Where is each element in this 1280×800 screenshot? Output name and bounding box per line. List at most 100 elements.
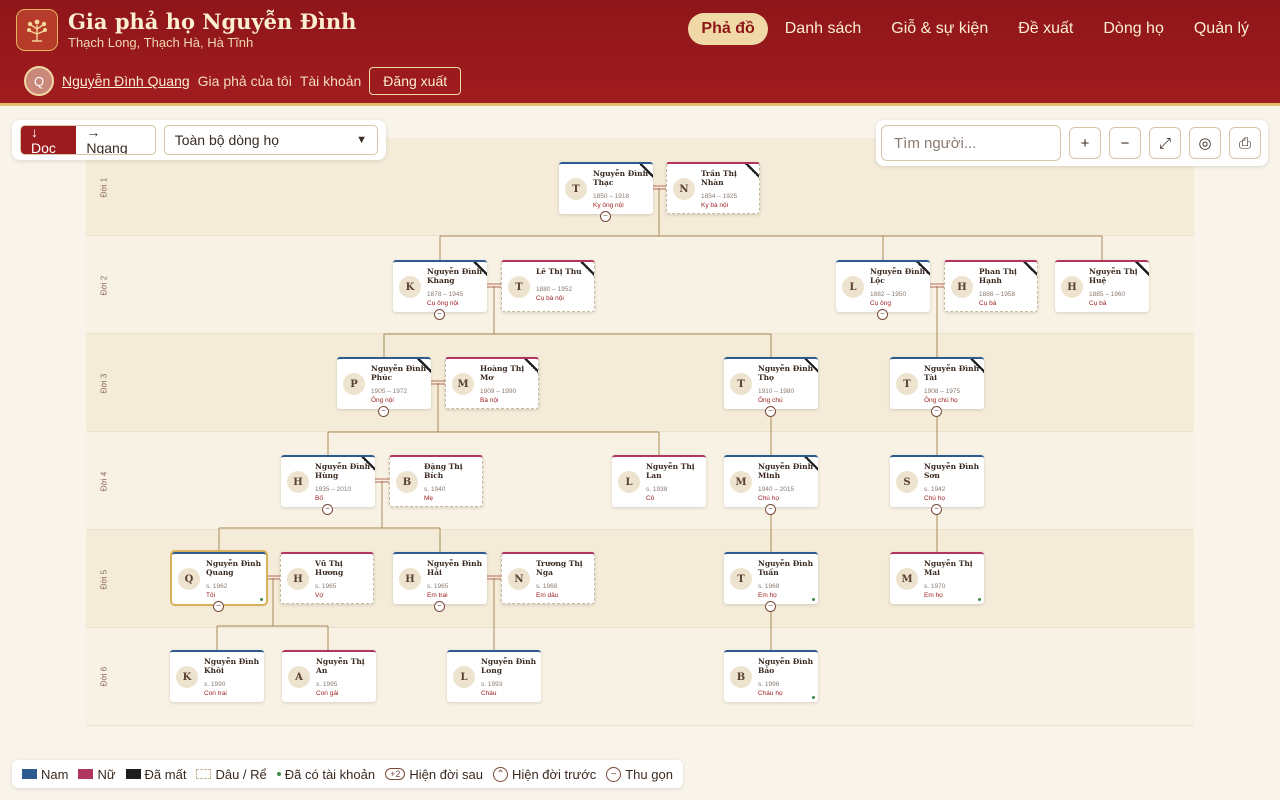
person-name: Đặng Thị Bích xyxy=(424,462,463,480)
collapse-toggle[interactable]: − xyxy=(322,504,333,515)
person-avatar: S xyxy=(896,471,918,493)
legend-ancestors: ⌃ Hiện đời trước xyxy=(492,766,596,782)
person-avatar: P xyxy=(343,373,365,395)
person-card[interactable]: H Nguyễn Đình Hải s. 1965 Em trai − xyxy=(393,552,487,612)
collapse-toggle[interactable]: − xyxy=(877,309,888,320)
legend-descendants: +2 Hiện đời sau xyxy=(385,767,483,782)
collapse-toggle[interactable]: − xyxy=(434,601,445,612)
person-card[interactable]: M Nguyễn Đình Minh 1940 – 2015 Chú họ − xyxy=(724,455,818,515)
collapse-toggle[interactable]: − xyxy=(765,504,776,515)
person-card[interactable]: N Trần Thị Nhàn 1854 – 1925 Kỵ bà nội xyxy=(666,162,760,214)
person-card[interactable]: H Nguyễn Thị Huệ 1885 – 1960 Cụ bà xyxy=(1055,260,1149,312)
person-name: Nguyễn Đình Phúc xyxy=(371,364,427,382)
account-indicator xyxy=(260,598,263,601)
fit-screen-icon[interactable]: ⤢ xyxy=(1149,127,1181,159)
person-card[interactable]: N Trương Thị Nga s. 1968 Em dâu xyxy=(501,552,595,604)
export-image-icon[interactable]: ⎙ xyxy=(1229,127,1261,159)
legend-male-label: Nam xyxy=(41,766,69,782)
person-role: Kỵ bà nội xyxy=(701,202,729,209)
person-years: s. 1970 xyxy=(924,583,946,590)
person-name: Nguyễn Thị Mai xyxy=(924,559,973,577)
person-name: Trương Thị Nga xyxy=(536,559,583,577)
person-avatar: H xyxy=(951,276,973,298)
scope-select[interactable]: Toàn bộ dòng họ ▼ xyxy=(163,125,378,155)
person-name: Nguyễn Đình Lộc xyxy=(870,267,926,285)
person-role: Tôi xyxy=(206,592,216,599)
person-avatar: N xyxy=(508,568,530,590)
person-card[interactable]: T Nguyễn Đình Thọ 1910 – 1980 Ông chú − xyxy=(724,357,818,417)
person-card[interactable]: A Nguyễn Thị An s. 1995 Con gái xyxy=(282,650,376,702)
person-avatar: N xyxy=(673,178,695,200)
person-card[interactable]: T Lê Thị Thu 1880 – 1952 Cụ bà nội xyxy=(501,260,595,312)
account-indicator xyxy=(812,696,815,699)
search-input[interactable]: Tìm người... xyxy=(881,125,1061,161)
person-avatar: H xyxy=(287,471,309,493)
person-card[interactable]: L Nguyễn Thị Lan s. 1938 Cô xyxy=(612,455,706,507)
person-role: Ông nội xyxy=(371,397,394,404)
person-card[interactable]: M Nguyễn Thị Mai s. 1970 Em họ xyxy=(890,552,984,604)
horizontal-view-button[interactable]: → Ngang xyxy=(76,126,154,154)
person-years: 1850 – 1918 xyxy=(593,193,630,200)
person-card[interactable]: M Hoàng Thị Mơ 1909 – 1990 Bà nội xyxy=(445,357,539,409)
person-name: Nguyễn Đình Hùng xyxy=(315,462,371,480)
legend-male: Nam xyxy=(22,767,68,782)
legend-descendants-label: Hiện đời sau xyxy=(409,766,483,782)
person-avatar: L xyxy=(618,471,640,493)
in-law-swatch xyxy=(196,769,212,779)
person-role: Cụ ông nội xyxy=(427,300,459,307)
person-card[interactable]: K Nguyễn Đình Khang 1878 – 1945 Cụ ông n… xyxy=(393,260,487,320)
zoom-out-button[interactable]: − xyxy=(1109,127,1141,159)
person-card[interactable]: B Đặng Thị Bích s. 1940 Mẹ xyxy=(389,455,483,507)
person-name: Nguyễn Đình Thọ xyxy=(758,364,814,382)
person-name: Nguyễn Đình Khang xyxy=(427,267,483,285)
person-card[interactable]: T Nguyễn Đình Tài 1908 – 1975 Ông chú họ… xyxy=(890,357,984,417)
view-toolbar: ↓ Dọc → Ngang Toàn bộ dòng họ ▼ xyxy=(12,120,386,160)
person-card[interactable]: K Nguyễn Đình Khôi s. 1990 Con trai xyxy=(170,650,264,702)
collapse-toggle[interactable]: − xyxy=(434,309,445,320)
collapse-toggle[interactable]: − xyxy=(600,211,611,222)
person-card[interactable]: P Nguyễn Đình Phúc 1905 – 1972 Ông nội − xyxy=(337,357,431,417)
male-swatch xyxy=(22,769,37,779)
collapse-toggle[interactable]: − xyxy=(213,601,224,612)
person-card[interactable]: B Nguyễn Đình Bảo s. 1996 Cháu họ xyxy=(724,650,818,702)
collapse-toggle[interactable]: − xyxy=(765,406,776,417)
legend-female-label: Nữ xyxy=(97,766,116,782)
person-card[interactable]: H Nguyễn Đình Hùng 1935 – 2010 Bố − xyxy=(281,455,375,515)
collapse-toggle[interactable]: − xyxy=(378,406,389,417)
person-years: s. 1990 xyxy=(204,681,226,688)
person-card[interactable]: T Nguyễn Đình Tuấn s. 1968 Em họ − xyxy=(724,552,818,612)
person-avatar: K xyxy=(399,276,421,298)
tree-tools: Tìm người... + − ⤢ ◎ ⎙ xyxy=(876,120,1268,166)
person-card[interactable]: S Nguyễn Đình Sơn s. 1942 Chú họ − xyxy=(890,455,984,515)
legend-collapse-label: Thu gọn xyxy=(625,766,673,782)
person-years: 1882 – 1950 xyxy=(870,291,907,298)
person-avatar: M xyxy=(452,373,474,395)
person-name: Nguyễn Thị Lan xyxy=(646,462,695,480)
vertical-view-button[interactable]: ↓ Dọc xyxy=(21,126,77,154)
scope-select-value: Toàn bộ dòng họ xyxy=(174,132,280,148)
collapse-toggle[interactable]: − xyxy=(931,406,942,417)
person-role: Em trai xyxy=(427,592,448,599)
person-role: Cháu xyxy=(481,690,497,697)
person-years: 1940 – 2015 xyxy=(758,486,795,493)
person-years: 1885 – 1960 xyxy=(1089,291,1126,298)
person-years: s. 1995 xyxy=(316,681,338,688)
person-name: Lê Thị Thu xyxy=(536,267,582,276)
person-card[interactable]: L Nguyễn Đình Long s. 1993 Cháu xyxy=(447,650,541,702)
person-card[interactable]: L Nguyễn Đình Lộc 1882 – 1950 Cụ ông − xyxy=(836,260,930,320)
center-target-icon[interactable]: ◎ xyxy=(1189,127,1221,159)
person-role: Chú họ xyxy=(924,495,945,502)
person-years: s. 1942 xyxy=(924,486,946,493)
collapse-toggle[interactable]: − xyxy=(765,601,776,612)
person-role: Vợ xyxy=(315,592,324,599)
person-avatar: T xyxy=(565,178,587,200)
legend-account-label: Đã có tài khoản xyxy=(284,766,376,782)
collapse-toggle[interactable]: − xyxy=(931,504,942,515)
person-role: Cháu họ xyxy=(758,690,783,697)
zoom-in-button[interactable]: + xyxy=(1069,127,1101,159)
person-card[interactable]: H Phan Thị Hạnh 1886 – 1958 Cụ bà xyxy=(944,260,1038,312)
person-avatar: M xyxy=(896,568,918,590)
person-card-self[interactable]: Q Nguyễn Đình Quang s. 1962 Tôi − xyxy=(172,552,266,612)
person-card[interactable]: T Nguyễn Đình Thạc 1850 – 1918 Kỵ ông nộ… xyxy=(559,162,653,222)
person-card[interactable]: H Vũ Thị Hương s. 1965 Vợ xyxy=(280,552,374,604)
